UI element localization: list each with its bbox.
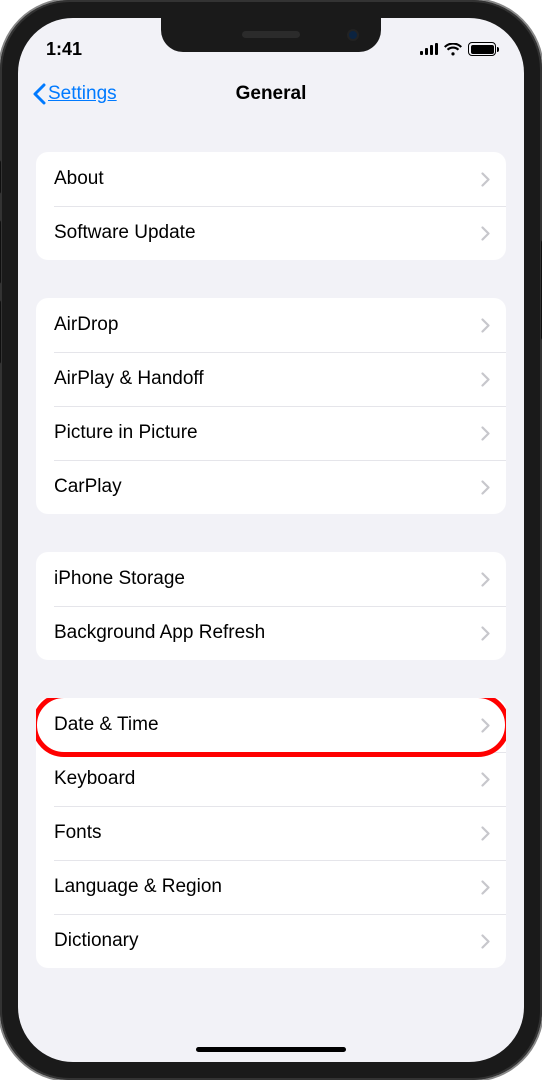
row-about[interactable]: About bbox=[36, 152, 506, 206]
chevron-right-icon bbox=[481, 572, 490, 587]
chevron-left-icon bbox=[32, 83, 46, 105]
row-label: Language & Region bbox=[54, 876, 222, 898]
row-iphone-storage[interactable]: iPhone Storage bbox=[36, 552, 506, 606]
chevron-right-icon bbox=[481, 172, 490, 187]
speaker-grille bbox=[242, 31, 300, 38]
chevron-right-icon bbox=[481, 426, 490, 441]
chevron-right-icon bbox=[481, 880, 490, 895]
row-date-time[interactable]: Date & Time bbox=[36, 698, 506, 752]
row-label: CarPlay bbox=[54, 476, 122, 498]
chevron-right-icon bbox=[481, 480, 490, 495]
row-label: Picture in Picture bbox=[54, 422, 198, 444]
nav-bar: Settings General bbox=[18, 68, 524, 120]
chevron-right-icon bbox=[481, 772, 490, 787]
settings-group: AirDrop AirPlay & Handoff Picture in Pic… bbox=[36, 298, 506, 514]
row-label: Fonts bbox=[54, 822, 102, 844]
mute-switch[interactable] bbox=[0, 160, 1, 194]
volume-down-button[interactable] bbox=[0, 300, 1, 364]
row-airdrop[interactable]: AirDrop bbox=[36, 298, 506, 352]
row-label: Keyboard bbox=[54, 768, 135, 790]
row-dictionary[interactable]: Dictionary bbox=[36, 914, 506, 968]
battery-icon bbox=[468, 42, 496, 56]
settings-group: Date & Time Keyboard Fonts Language & Re… bbox=[36, 698, 506, 968]
settings-group: About Software Update bbox=[36, 152, 506, 260]
wifi-icon bbox=[444, 43, 462, 56]
settings-content[interactable]: About Software Update AirDrop AirPlay & … bbox=[18, 130, 524, 1062]
chevron-right-icon bbox=[481, 626, 490, 641]
chevron-right-icon bbox=[481, 372, 490, 387]
cellular-icon bbox=[420, 43, 438, 55]
row-label: Software Update bbox=[54, 222, 196, 244]
row-software-update[interactable]: Software Update bbox=[36, 206, 506, 260]
chevron-right-icon bbox=[481, 318, 490, 333]
back-label: Settings bbox=[48, 83, 117, 105]
row-label: Date & Time bbox=[54, 714, 159, 736]
front-camera bbox=[347, 29, 359, 41]
row-language-region[interactable]: Language & Region bbox=[36, 860, 506, 914]
chevron-right-icon bbox=[481, 934, 490, 949]
chevron-right-icon bbox=[481, 826, 490, 841]
settings-group: iPhone Storage Background App Refresh bbox=[36, 552, 506, 660]
back-button[interactable]: Settings bbox=[32, 83, 117, 105]
row-background-app-refresh[interactable]: Background App Refresh bbox=[36, 606, 506, 660]
row-airplay-handoff[interactable]: AirPlay & Handoff bbox=[36, 352, 506, 406]
row-label: iPhone Storage bbox=[54, 568, 185, 590]
page-title: General bbox=[236, 83, 307, 105]
row-label: Background App Refresh bbox=[54, 622, 265, 644]
device-frame: 1:41 Settings General bbox=[0, 0, 542, 1080]
row-label: AirPlay & Handoff bbox=[54, 368, 204, 390]
row-label: Dictionary bbox=[54, 930, 138, 952]
row-label: About bbox=[54, 168, 104, 190]
volume-up-button[interactable] bbox=[0, 220, 1, 284]
chevron-right-icon bbox=[481, 226, 490, 241]
row-keyboard[interactable]: Keyboard bbox=[36, 752, 506, 806]
row-label: AirDrop bbox=[54, 314, 118, 336]
row-carplay[interactable]: CarPlay bbox=[36, 460, 506, 514]
row-picture-in-picture[interactable]: Picture in Picture bbox=[36, 406, 506, 460]
home-indicator[interactable] bbox=[196, 1047, 346, 1052]
notch bbox=[161, 18, 381, 52]
status-time: 1:41 bbox=[46, 39, 82, 60]
status-icons bbox=[420, 42, 496, 56]
chevron-right-icon bbox=[481, 718, 490, 733]
row-fonts[interactable]: Fonts bbox=[36, 806, 506, 860]
screen: 1:41 Settings General bbox=[18, 18, 524, 1062]
